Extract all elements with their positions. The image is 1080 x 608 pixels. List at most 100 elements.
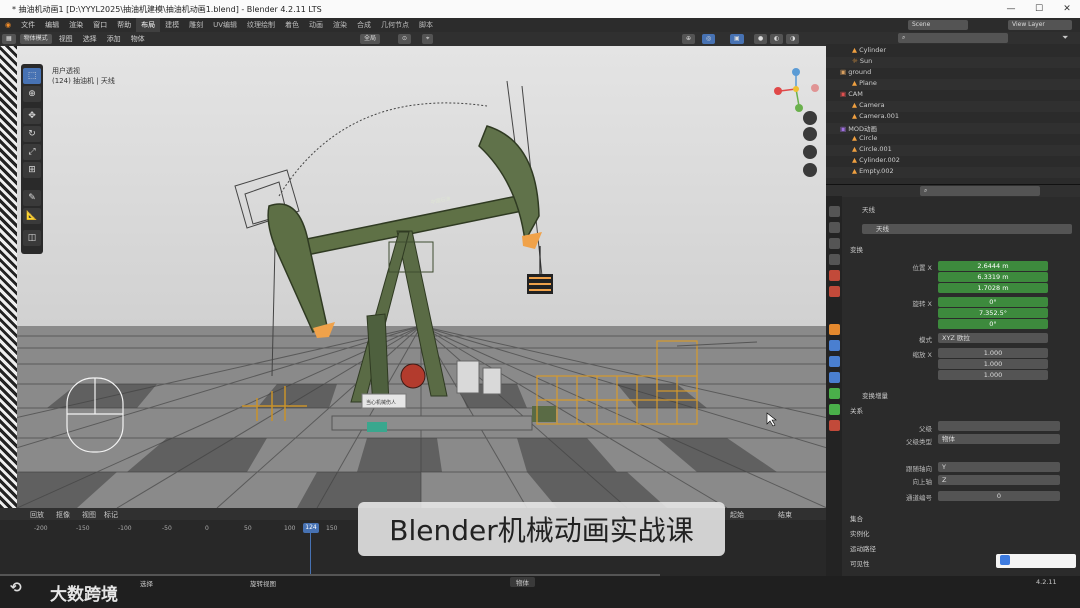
viewport-menu-select[interactable]: 选择 <box>78 34 102 44</box>
timeline-menu-marker[interactable]: 标记 <box>104 510 118 520</box>
view-layer-selector[interactable]: View Layer <box>1008 20 1072 30</box>
up-axis-select[interactable]: Z <box>938 475 1060 485</box>
instancing-section-header[interactable]: 实例化 <box>850 528 870 538</box>
constraints-tab-icon[interactable] <box>829 388 840 399</box>
scale-y-field[interactable]: 1.000 <box>938 359 1048 369</box>
rotation-x-field[interactable]: 0° <box>938 297 1048 307</box>
workspace-tab-sculpting[interactable]: 雕刻 <box>184 18 208 32</box>
menu-help[interactable]: 帮助 <box>112 20 136 30</box>
parent-field[interactable] <box>938 421 1060 431</box>
visibility-section-header[interactable]: 可见性 <box>850 558 870 568</box>
workspace-tab-rendering[interactable]: 渲染 <box>328 18 352 32</box>
outliner-row[interactable]: ▣ CAM <box>826 90 1080 101</box>
physics-tab-icon[interactable] <box>829 372 840 383</box>
editor-type-icon[interactable]: ▦ <box>2 34 16 44</box>
outliner-row[interactable]: ▣ ground <box>826 68 1080 79</box>
measure-tool-icon[interactable]: 📐 <box>23 208 41 224</box>
shading-material-icon[interactable]: ◐ <box>770 34 784 44</box>
track-axis-select[interactable]: Y <box>938 462 1060 472</box>
data-tab-icon[interactable] <box>829 404 840 415</box>
menu-render[interactable]: 渲染 <box>64 20 88 30</box>
timeline-menu-playback[interactable]: 回放 <box>30 510 44 520</box>
pivot-point-icon[interactable]: ⊙ <box>398 34 412 44</box>
outliner-row[interactable]: ☼ Sun <box>826 57 1080 68</box>
menu-edit[interactable]: 编辑 <box>40 20 64 30</box>
shading-solid-icon[interactable]: ● <box>754 34 768 44</box>
material-tab-icon[interactable] <box>829 420 840 431</box>
mode-selector[interactable]: 物体模式 <box>19 34 52 44</box>
viewport-menu-view[interactable]: 视图 <box>54 34 78 44</box>
outliner-row[interactable]: ▲ Circle.001 <box>826 145 1080 156</box>
location-z-field[interactable]: 1.7028 m <box>938 283 1048 293</box>
rotation-y-field[interactable]: 7.352.5° <box>938 308 1048 318</box>
scene-selector[interactable]: Scene <box>908 20 968 30</box>
workspace-tab-geometry-nodes[interactable]: 几何节点 <box>376 18 414 32</box>
delta-transform-section-header[interactable]: 变换增量 <box>862 390 888 400</box>
workspace-tab-layout[interactable]: 布局 <box>136 18 161 32</box>
world-tab-icon[interactable] <box>829 286 840 297</box>
blender-logo-icon[interactable]: ◉ <box>0 21 16 29</box>
outliner-row[interactable]: ▲ Cylinder.002 <box>826 156 1080 167</box>
location-y-field[interactable]: 6.3319 m <box>938 272 1048 282</box>
outliner-row[interactable]: ▲ Empty.002 <box>826 167 1080 178</box>
current-frame-indicator[interactable]: 124 <box>303 523 319 533</box>
outliner-row[interactable]: ▲ Camera <box>826 101 1080 112</box>
rotation-mode-select[interactable]: XYZ 欧拉 <box>938 333 1048 343</box>
transform-tool-icon[interactable]: ⊞ <box>23 162 41 178</box>
outliner-search-input[interactable]: ⌕ <box>898 33 1008 43</box>
scale-tool-icon[interactable]: ⤢ <box>23 144 41 160</box>
viewport-menu-object[interactable]: 物体 <box>126 34 150 44</box>
scale-z-field[interactable]: 1.000 <box>938 370 1048 380</box>
filter-icon[interactable]: ⏷ <box>1062 33 1068 43</box>
relations-section-header[interactable]: 关系 <box>850 405 863 415</box>
object-tab-icon[interactable] <box>829 324 840 335</box>
scale-x-field[interactable]: 1.000 <box>938 348 1048 358</box>
output-tab-icon[interactable] <box>829 238 840 249</box>
xray-toggle-icon[interactable]: ▣ <box>730 34 744 44</box>
minimize-icon[interactable]: — <box>998 0 1024 18</box>
workspace-tab-animation[interactable]: 动画 <box>304 18 328 32</box>
outliner-row[interactable]: ▲ Plane <box>826 79 1080 90</box>
menu-file[interactable]: 文件 <box>16 20 40 30</box>
viewport-menu-add[interactable]: 添加 <box>102 34 126 44</box>
overlay-toggle-icon[interactable]: ◎ <box>702 34 716 44</box>
floating-toolbar-widget[interactable] <box>996 554 1076 568</box>
transform-section-header[interactable]: 变换 <box>850 244 863 254</box>
widget-app-icon[interactable] <box>1000 555 1010 565</box>
annotate-tool-icon[interactable]: ✎ <box>23 190 41 206</box>
shading-rendered-icon[interactable]: ◑ <box>786 34 800 44</box>
add-cube-tool-icon[interactable]: ◫ <box>23 230 41 246</box>
view-layer-tab-icon[interactable] <box>829 254 840 265</box>
workspace-tab-texture-paint[interactable]: 纹理绘制 <box>242 18 280 32</box>
timeline-menu-view[interactable]: 视图 <box>82 510 96 520</box>
outliner-row[interactable]: ▲ Cylinder <box>826 46 1080 57</box>
properties-search-input[interactable]: ⌕ <box>920 186 1040 196</box>
move-tool-icon[interactable]: ✥ <box>23 108 41 124</box>
outliner-row[interactable]: ▣ MOD动画 <box>826 123 1080 134</box>
scene-tab-icon[interactable] <box>829 270 840 281</box>
close-icon[interactable]: ✕ <box>1054 0 1080 18</box>
pass-index-field[interactable]: 0 <box>938 491 1060 501</box>
cursor-tool-icon[interactable]: ⊕ <box>23 86 41 102</box>
timeline-menu-keying[interactable]: 抠像 <box>56 510 70 520</box>
rotation-z-field[interactable]: 0° <box>938 319 1048 329</box>
outliner-row[interactable]: ▲ Circle <box>826 134 1080 145</box>
collections-section-header[interactable]: 集合 <box>850 513 863 523</box>
object-name-field[interactable]: 天线 <box>862 224 1072 234</box>
render-tab-icon[interactable] <box>829 222 840 233</box>
rotate-tool-icon[interactable]: ↻ <box>23 126 41 142</box>
workspace-tab-uv[interactable]: UV编辑 <box>208 18 242 32</box>
menu-window[interactable]: 窗口 <box>88 20 112 30</box>
location-x-field[interactable]: 2.6444 m <box>938 261 1048 271</box>
outliner-row[interactable]: ▲ Camera.001 <box>826 112 1080 123</box>
particles-tab-icon[interactable] <box>829 356 840 367</box>
workspace-tab-shading[interactable]: 着色 <box>280 18 304 32</box>
viewport-gizmo-toggle-icon[interactable]: ⊕ <box>682 34 696 44</box>
parent-type-select[interactable]: 物体 <box>938 434 1060 444</box>
workspace-tab-compositing[interactable]: 合成 <box>352 18 376 32</box>
motion-paths-section-header[interactable]: 运动路径 <box>850 543 876 553</box>
tool-tab-icon[interactable] <box>829 206 840 217</box>
3d-viewport[interactable]: 当心机械伤人 中国石油 用户透视 (124) 抽油机 | 天线 <box>17 46 826 508</box>
transform-orientation-selector[interactable]: 全局 <box>360 34 381 44</box>
workspace-tab-scripting[interactable]: 脚本 <box>414 18 438 32</box>
